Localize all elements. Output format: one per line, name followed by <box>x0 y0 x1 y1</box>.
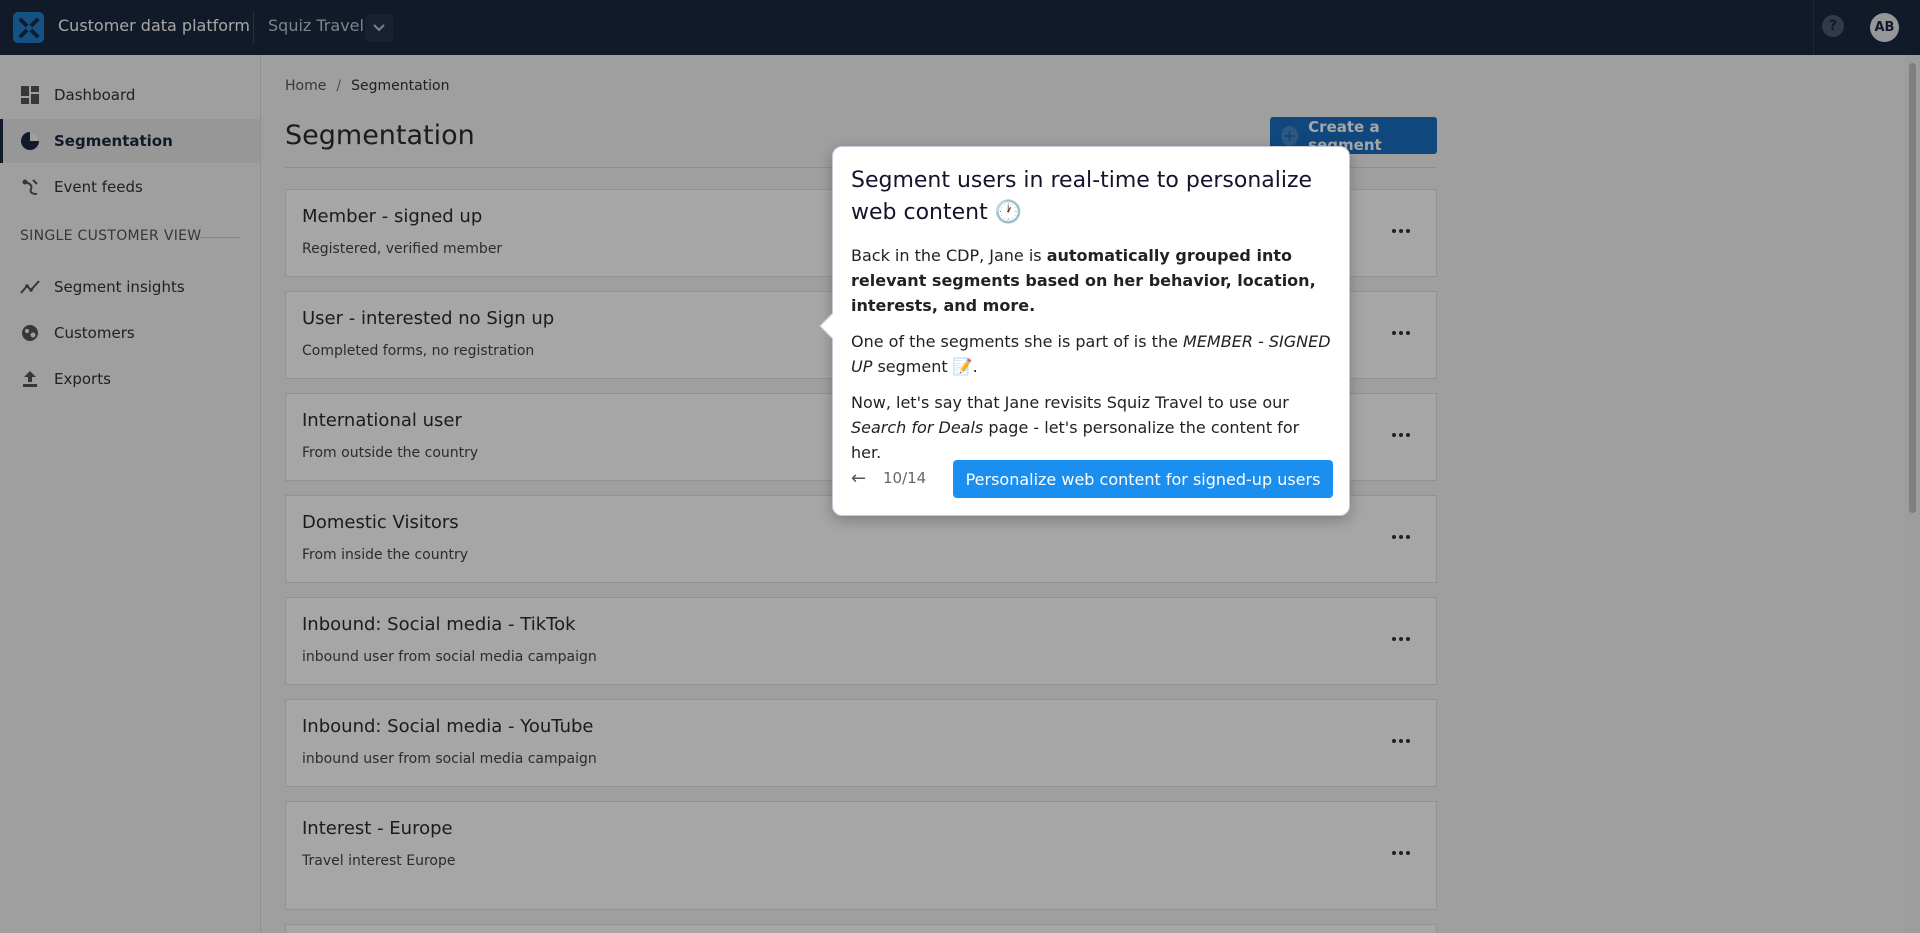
popover-paragraph: One of the segments she is part of is th… <box>851 329 1331 379</box>
popover-text: Now, let's say that Jane revisits Squiz … <box>851 393 1289 412</box>
tour-popover: Segment users in real-time to personaliz… <box>819 146 1350 516</box>
step-counter: 10/14 <box>883 469 927 487</box>
popover-text: One of the segments she is part of is th… <box>851 332 1184 351</box>
popover-text: Back in the CDP, Jane is <box>851 246 1047 265</box>
next-step-button[interactable]: Personalize web content for signed-up us… <box>953 460 1333 498</box>
popover-title: Segment users in real-time to personaliz… <box>851 168 1313 225</box>
popover-text-italic: Search for Deals <box>851 418 984 437</box>
back-arrow-icon[interactable]: ← <box>851 468 866 489</box>
popover-paragraph: Now, let's say that Jane revisits Squiz … <box>851 390 1331 465</box>
popover-paragraph: Back in the CDP, Jane is automatically g… <box>851 243 1331 318</box>
popover-text: segment 📝. <box>872 357 978 376</box>
